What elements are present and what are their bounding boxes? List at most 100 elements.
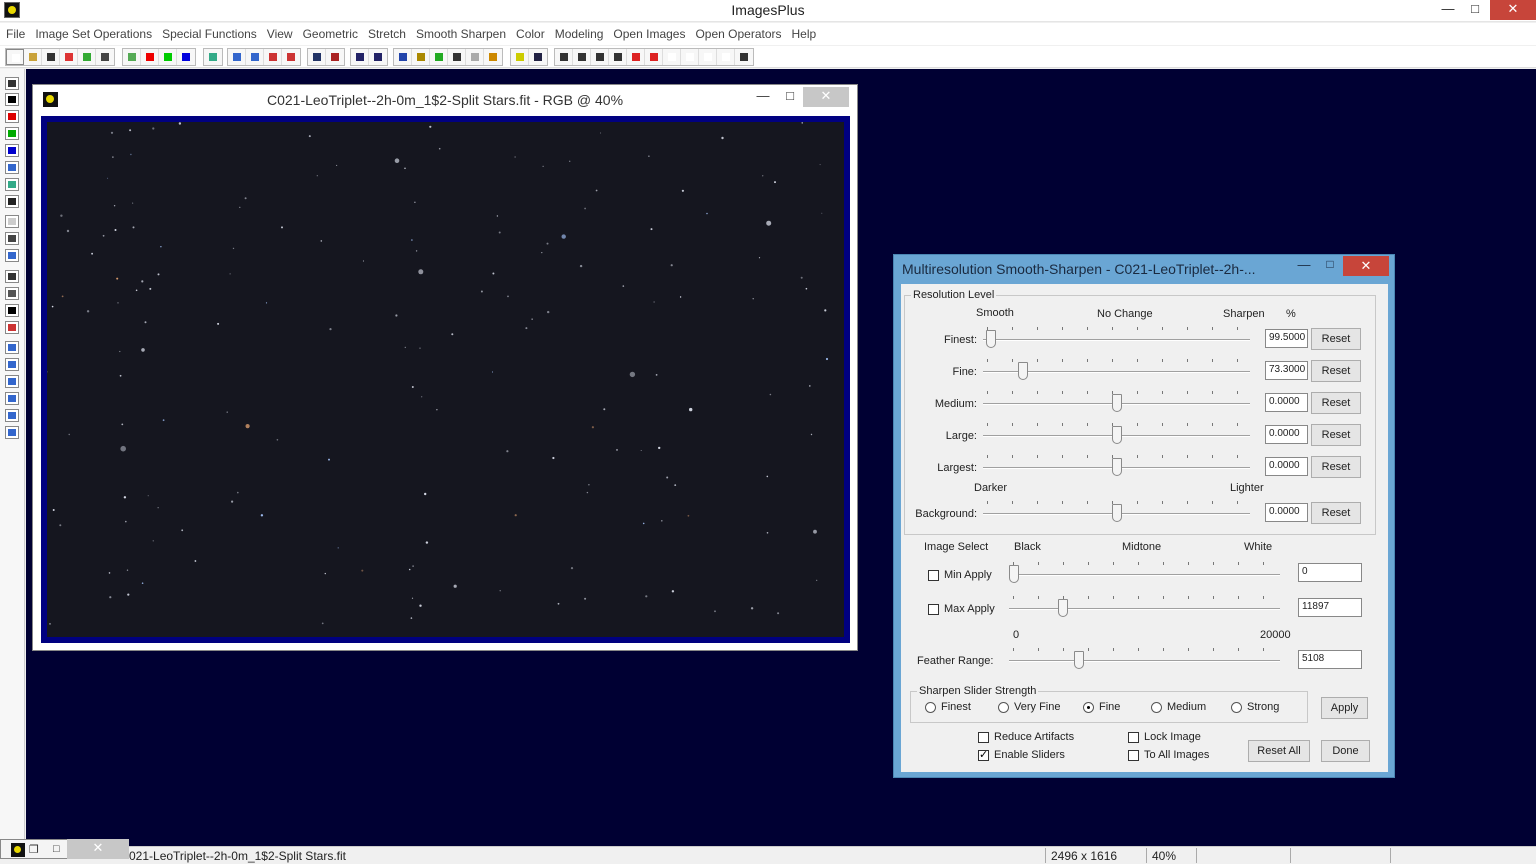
zoom-in-icon[interactable] (555, 49, 573, 65)
frame-xlarge-icon[interactable] (717, 49, 735, 65)
menu-image-set-operations[interactable]: Image Set Operations (35, 27, 152, 41)
redo-icon[interactable] (246, 49, 264, 65)
rgb-channels-icon[interactable] (123, 49, 141, 65)
mono-tool-icon[interactable] (5, 195, 19, 208)
point-measure-icon[interactable] (369, 49, 387, 65)
level-value[interactable]: 0.0000 (1265, 425, 1308, 444)
flip-icon[interactable] (5, 426, 19, 439)
level-value[interactable]: 0.0000 (1265, 457, 1308, 476)
close-icon[interactable]: ✕ (1490, 0, 1536, 20)
image-maximize-icon[interactable]: □ (776, 87, 804, 107)
strength-radio[interactable] (1151, 702, 1162, 713)
move-tool-icon[interactable] (5, 341, 19, 354)
close-image-icon[interactable] (60, 49, 78, 65)
level-slider[interactable] (983, 455, 1250, 476)
min-apply-checkbox[interactable] (928, 570, 939, 581)
enable-sliders-checkbox[interactable] (978, 748, 989, 761)
level-value[interactable]: 0.0000 (1265, 393, 1308, 412)
dialog-close-icon[interactable]: ✕ (1343, 256, 1389, 276)
red-channel-icon[interactable] (141, 49, 159, 65)
minimize-icon[interactable]: — (1434, 0, 1462, 20)
menu-geometric[interactable]: Geometric (303, 27, 358, 41)
menu-smooth-sharpen[interactable]: Smooth Sharpen (416, 27, 506, 41)
image-window[interactable]: C021-LeoTriplet--2h-0m_1$2-Split Stars.f… (32, 84, 858, 651)
print-icon[interactable] (96, 49, 114, 65)
min-apply-slider[interactable] (1009, 562, 1280, 583)
feather-range-slider[interactable] (1009, 648, 1280, 669)
done-button[interactable]: Done (1321, 740, 1370, 762)
channel-combine-icon[interactable] (204, 49, 222, 65)
level-slider-thumb[interactable] (1018, 362, 1029, 380)
strength-radio[interactable] (998, 702, 1009, 713)
apply-button[interactable]: Apply (1321, 697, 1368, 719)
level-slider-thumb[interactable] (1111, 426, 1122, 444)
arrow-up-icon[interactable] (5, 358, 19, 371)
frame-full-icon[interactable] (735, 49, 753, 65)
reset-all-button[interactable]: Reset All (1248, 740, 1310, 762)
undo-all-icon[interactable] (264, 49, 282, 65)
clone-tool-icon[interactable] (5, 215, 19, 228)
zoom-out-icon[interactable] (573, 49, 591, 65)
teal-tool-icon[interactable] (5, 178, 19, 191)
crosshair-icon[interactable] (430, 49, 448, 65)
zoom-fit-icon[interactable] (591, 49, 609, 65)
new-file-icon[interactable] (6, 49, 24, 65)
strength-radio[interactable] (1083, 702, 1094, 713)
cursor-cross-icon[interactable] (448, 49, 466, 65)
taskbar-restore-icon[interactable]: ❐ (29, 843, 39, 856)
dialog-maximize-icon[interactable]: □ (1320, 257, 1340, 271)
menu-help[interactable]: Help (792, 27, 817, 41)
min-apply-value[interactable]: 0 (1298, 563, 1362, 582)
level-slider-thumb[interactable] (1111, 504, 1122, 522)
level-value[interactable]: 0.0000 (1265, 503, 1308, 522)
level-value[interactable]: 99.5000 (1265, 329, 1308, 348)
blue-tool-icon[interactable] (5, 144, 19, 157)
star-select-icon[interactable] (484, 49, 502, 65)
zoom-actual-icon[interactable] (609, 49, 627, 65)
level-slider-thumb[interactable] (1111, 458, 1122, 476)
level-slider[interactable] (983, 501, 1250, 522)
menu-special-functions[interactable]: Special Functions (162, 27, 257, 41)
minimized-window-tab[interactable]: ❐ □ ✕ (0, 839, 129, 859)
arrow-right-icon[interactable] (5, 375, 19, 388)
menu-stretch[interactable]: Stretch (368, 27, 406, 41)
frame-small-icon[interactable] (663, 49, 681, 65)
save-tool-icon[interactable] (5, 77, 19, 90)
image-window-titlebar[interactable]: C021-LeoTriplet--2h-0m_1$2-Split Stars.f… (33, 85, 857, 115)
green-tool-icon[interactable] (5, 127, 19, 140)
menu-file[interactable]: File (6, 27, 25, 41)
level-reset-button[interactable]: Reset (1311, 502, 1361, 524)
star-field-image[interactable] (41, 116, 850, 643)
level-reset-button[interactable]: Reset (1311, 392, 1361, 414)
red-tool-icon[interactable] (5, 110, 19, 123)
frame-large-icon[interactable] (699, 49, 717, 65)
open-folder-icon[interactable] (24, 49, 42, 65)
max-apply-checkbox[interactable] (928, 604, 939, 615)
level-reset-button[interactable]: Reset (1311, 424, 1361, 446)
grid-icon[interactable] (466, 49, 484, 65)
pixel-grid-icon[interactable] (529, 49, 547, 65)
histogram-icon[interactable] (394, 49, 412, 65)
max-apply-thumb[interactable] (1058, 599, 1069, 617)
snapshot-icon[interactable] (308, 49, 326, 65)
strength-radio[interactable] (1231, 702, 1242, 713)
restore-snapshot-icon[interactable] (326, 49, 344, 65)
taskbar-maximize-icon[interactable]: □ (53, 843, 60, 855)
taskbar-logo-icon[interactable] (11, 843, 25, 857)
zoom-plus-icon[interactable] (627, 49, 645, 65)
rectangle-select-icon[interactable] (5, 270, 19, 283)
level-slider-thumb[interactable] (1111, 394, 1122, 412)
line-profile-icon[interactable] (351, 49, 369, 65)
to-all-images-checkbox[interactable] (1128, 750, 1139, 761)
save-icon[interactable] (42, 49, 60, 65)
frame-medium-icon[interactable] (681, 49, 699, 65)
column-tool-icon[interactable] (5, 304, 19, 317)
max-apply-value[interactable]: 11897 (1298, 598, 1362, 617)
lock-image-checkbox[interactable] (1128, 732, 1139, 743)
level-reset-button[interactable]: Reset (1311, 456, 1361, 478)
min-apply-thumb[interactable] (1009, 565, 1020, 583)
green-channel-icon[interactable] (159, 49, 177, 65)
image-close-icon[interactable]: ✕ (803, 87, 849, 107)
level-slider[interactable] (983, 391, 1250, 412)
max-apply-slider[interactable] (1009, 596, 1280, 617)
